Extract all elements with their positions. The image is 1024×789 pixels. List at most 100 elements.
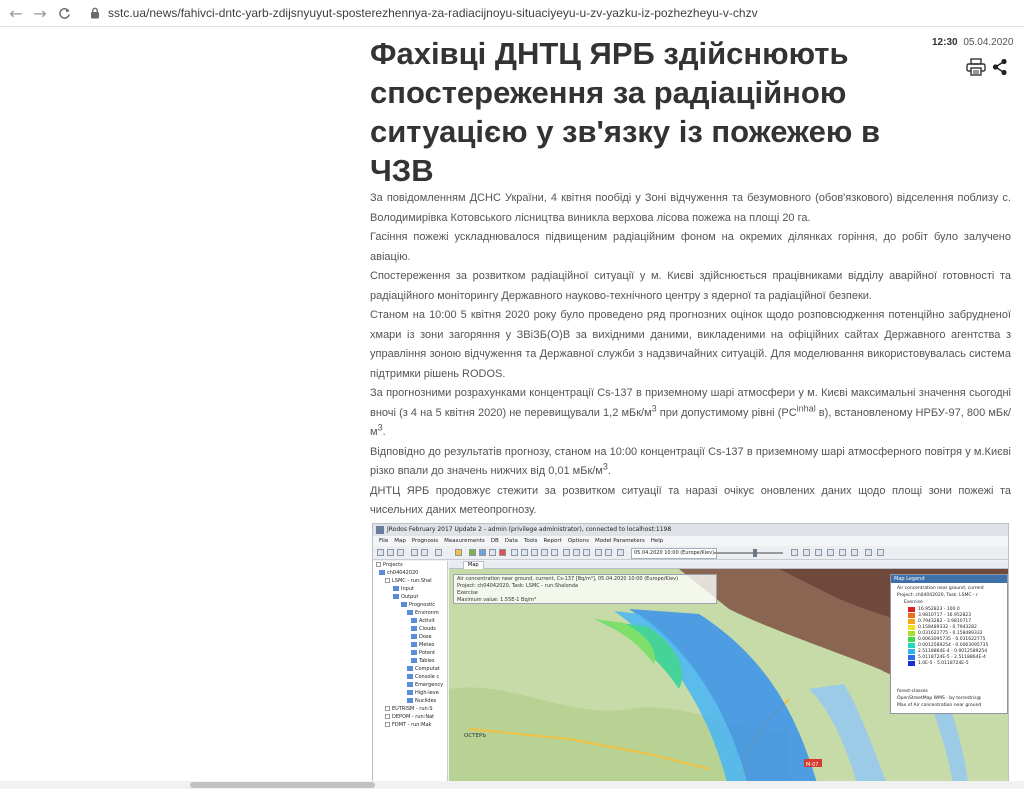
text: при допустимому рівні (PC — [656, 406, 797, 419]
tree-label: Potent — [419, 650, 436, 656]
tree-node: Tables — [411, 658, 435, 665]
reload-icon[interactable] — [52, 0, 76, 27]
toolbar-icon — [815, 549, 822, 556]
forward-arrow-icon[interactable]: → — [28, 0, 52, 27]
paragraph: Станом на 10:00 5 квітня 2020 року було … — [370, 309, 1011, 380]
menu-item: Prognosis — [411, 538, 439, 544]
folder-icon — [393, 594, 399, 599]
menu-item: Map — [394, 538, 406, 544]
tree-label: Clouds — [419, 626, 436, 632]
share-icon[interactable] — [992, 58, 1008, 76]
legend-class-label: 16.952823 - 100.0 — [918, 607, 960, 612]
rodos-titlebar: JRodos February 2017 Update 2 - admin (p… — [373, 524, 1008, 536]
folder-icon — [411, 634, 417, 639]
rodos-date-field: 05.04.2020 10:00 (Europe/Kiev) — [631, 548, 718, 559]
tree-label: Nuclides — [415, 698, 437, 704]
folder-icon — [411, 618, 417, 623]
toolbar-icon — [387, 549, 394, 556]
text: Відповідно до результатів прогнозу, стан… — [370, 445, 1011, 478]
legend-class-label: 5.0118724E-5 - 2.5118864E-4 — [918, 655, 986, 660]
lock-icon[interactable] — [88, 6, 102, 20]
tree-label: Console c — [415, 674, 440, 680]
tree-node: Input — [393, 586, 414, 593]
toolbar-icon — [839, 549, 846, 556]
toolbar-icon — [865, 549, 872, 556]
folder-icon — [411, 642, 417, 647]
tree-node: Nuclides — [407, 698, 436, 705]
tree-label: Environm — [415, 610, 439, 616]
tree-node: DEPOM - run:Nat — [385, 714, 434, 721]
address-bar[interactable]: sstc.ua/news/fahivci-dntc-yarb-zdijsnyuy… — [108, 6, 758, 20]
scrollbar-thumb[interactable] — [190, 782, 375, 788]
tree-node: Activit — [411, 618, 435, 625]
legend-exercise: Exercise — [904, 600, 923, 605]
menu-item: Options — [567, 538, 589, 544]
browser-toolbar: ← → sstc.ua/news/fahivci-dntc-yarb-zdijs… — [0, 0, 1024, 27]
legend-class-label: 0.0063095735 - 0.031622775 — [918, 637, 986, 642]
legend-project: Project: ch04042020, Task: LSMC - r — [897, 593, 978, 598]
tree-label: Activit — [419, 618, 435, 624]
folder-icon — [401, 602, 407, 607]
zoom-icon — [521, 549, 528, 556]
tree-label: Computat — [415, 666, 440, 672]
menu-item: Measurements — [444, 538, 485, 544]
rodos-toolbar: 05.04.2020 10:00 (Europe/Kiev) — [373, 546, 1008, 560]
legend-class-label: 1.0E-5 - 5.0118724E-5 — [918, 661, 969, 666]
time-slider-knob — [753, 549, 757, 557]
menu-item: File — [379, 538, 389, 544]
legend-class-label: 0.7943282 - 3.9810717 — [918, 619, 972, 624]
tree-toggle — [385, 578, 390, 583]
legend-swatch — [908, 631, 915, 636]
legend-layer: OpenStreetMap WMS - by terrestris@ — [897, 696, 982, 701]
zoom-icon — [531, 549, 538, 556]
toolbar-icon — [583, 549, 590, 556]
tree-node: LSMC - run:Shal — [385, 578, 432, 585]
folder-icon — [407, 674, 413, 679]
legend-swatch — [908, 607, 915, 612]
legend-class-label: 0.158489332 - 0.7943282 — [918, 625, 977, 630]
toolbar-icon — [411, 549, 418, 556]
legend-swatch — [908, 613, 915, 618]
legend-title: Map Legend — [891, 575, 1007, 583]
toolbar-icon — [377, 549, 384, 556]
folder-icon — [411, 658, 417, 663]
menu-item: Model Parameters — [594, 538, 645, 544]
tab-map: Map — [463, 561, 484, 569]
tree-label: FDMT - run:Mak — [392, 722, 432, 728]
toolbar-icon — [469, 549, 476, 556]
toolbar-icon — [851, 549, 858, 556]
tree-node: ch04042020 — [379, 570, 418, 577]
toolbar-icon — [563, 549, 570, 556]
toolbar-icon — [479, 549, 486, 556]
folder-icon — [393, 586, 399, 591]
menu-item: Tools — [523, 538, 538, 544]
info-line: Exercise — [457, 590, 478, 596]
toolbar-icon — [435, 549, 442, 556]
tree-node: Console c — [407, 674, 439, 681]
tree-node: Meteo — [411, 642, 435, 649]
publish-date: 05.04.2020 — [963, 37, 1014, 48]
printer-icon[interactable] — [966, 58, 986, 76]
legend-class-label: 0.031622775 - 0.158489332 — [918, 631, 983, 636]
legend-swatch — [908, 619, 915, 624]
publish-time: 12:30 — [932, 37, 958, 48]
rodos-screenshot: JRodos February 2017 Update 2 - admin (p… — [372, 523, 1009, 789]
horizontal-scrollbar[interactable] — [0, 781, 1024, 789]
map-legend: Map Legend Air concentration near ground… — [890, 574, 1008, 714]
legend-swatch — [908, 625, 915, 630]
page-title: Фахівці ДНТЦ ЯРБ здійснюють спостереженн… — [370, 36, 881, 188]
tree-label: Prognostic — [409, 602, 436, 608]
map-info-panel: Air concentration near ground, current, … — [453, 574, 717, 604]
toolbar-icon — [573, 549, 580, 556]
info-line: Maximum value: 1.55E-1 Bq/m³ — [457, 597, 537, 603]
folder-icon — [407, 690, 413, 695]
back-arrow-icon[interactable]: ← — [4, 0, 28, 27]
tree-label: Input — [401, 586, 414, 592]
tree-label: High-leve — [415, 690, 439, 696]
tree-label: ch04042020 — [387, 570, 419, 576]
tree-node: Computat — [407, 666, 440, 673]
road-label: M-07 — [806, 762, 818, 768]
toolbar-icon — [421, 549, 428, 556]
folder-icon — [379, 570, 385, 575]
tree-label: Dose — [419, 634, 432, 640]
